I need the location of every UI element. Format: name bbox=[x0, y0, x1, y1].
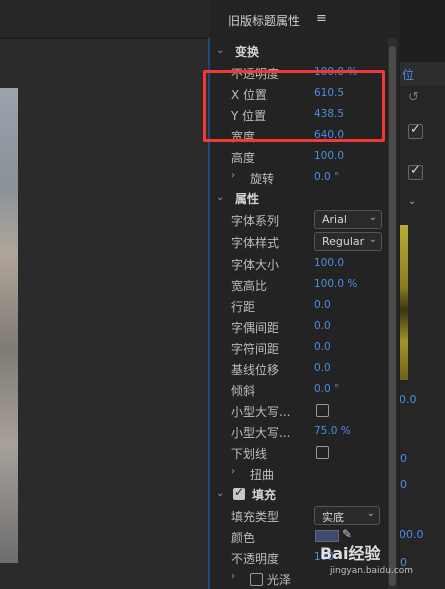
leading-label: 行距 bbox=[231, 300, 256, 314]
kerning-value[interactable]: 0.0 bbox=[314, 320, 331, 332]
font-style-label: 字体样式 bbox=[231, 236, 280, 250]
small-caps-size-value[interactable]: 75.0 % bbox=[314, 425, 351, 437]
section-fill-label: 填充 bbox=[252, 488, 277, 502]
property-row-height: 高度 100.0 bbox=[212, 146, 388, 167]
property-row-kerning: 字偶间距 0.0 bbox=[212, 316, 388, 337]
property-row-underline: 下划线 bbox=[212, 442, 388, 463]
color-gradient-bar bbox=[400, 225, 408, 380]
chevron-down-icon: ⌄ bbox=[216, 45, 225, 56]
tracking-value[interactable]: 0.0 bbox=[314, 341, 331, 353]
property-row-aspect: 宽高比 100.0 % bbox=[212, 274, 388, 295]
program-monitor bbox=[0, 0, 210, 589]
font-style-dropdown[interactable]: Regular ⌄ bbox=[314, 232, 382, 251]
section-transform-label: 变换 bbox=[235, 45, 260, 59]
scrollbar-thumb[interactable] bbox=[389, 46, 396, 586]
fill-type-value: 实底 bbox=[322, 511, 344, 524]
tracking-label: 字符间距 bbox=[231, 342, 280, 356]
section-properties-label: 属性 bbox=[235, 192, 260, 206]
fill-type-dropdown[interactable]: 实底 ⌄ bbox=[314, 506, 380, 525]
property-row-distort[interactable]: › 扭曲 bbox=[212, 463, 388, 484]
aspect-label: 宽高比 bbox=[231, 279, 268, 293]
font-family-label: 字体系列 bbox=[231, 214, 280, 228]
chevron-right-icon: › bbox=[231, 571, 235, 582]
watermark-url: jingyan.baidu.com bbox=[330, 566, 414, 576]
right-tab-label: 位 bbox=[402, 68, 415, 82]
monitor-header bbox=[0, 0, 210, 39]
property-row-rotation[interactable]: › 旋转 0.0 ° bbox=[212, 167, 388, 188]
video-frame bbox=[0, 88, 18, 563]
chevron-down-icon: ⌄ bbox=[366, 508, 375, 519]
small-caps-checkbox[interactable] bbox=[316, 404, 329, 417]
small-caps-size-label: 小型大写... bbox=[231, 426, 291, 440]
color-label: 颜色 bbox=[231, 531, 256, 545]
reset-icon[interactable]: ↺ bbox=[408, 90, 419, 105]
right-checkbox-2[interactable] bbox=[408, 163, 423, 180]
highlight-annotation bbox=[203, 70, 385, 142]
property-row-baseline-shift: 基线位移 0.0 bbox=[212, 358, 388, 379]
property-row-fill-type: 填充类型 实底 ⌄ bbox=[212, 505, 388, 526]
right-value-4[interactable]: 00.0 bbox=[399, 528, 424, 541]
rotation-value[interactable]: 0.0 ° bbox=[314, 171, 339, 183]
property-row-small-caps: 小型大写... bbox=[212, 400, 388, 421]
slant-value[interactable]: 0.0 ° bbox=[314, 383, 339, 395]
fill-type-label: 填充类型 bbox=[231, 510, 280, 524]
fill-opacity-label: 不透明度 bbox=[231, 552, 280, 566]
right-value-2[interactable]: 0 bbox=[400, 452, 407, 465]
distort-label: 扭曲 bbox=[250, 468, 275, 482]
property-row-leading: 行距 0.0 bbox=[212, 295, 388, 316]
panel-title: 旧版标题属性 bbox=[228, 14, 301, 28]
property-row-font-style: 字体样式 Regular ⌄ bbox=[212, 231, 388, 252]
chevron-right-icon: › bbox=[231, 170, 235, 181]
section-transform[interactable]: ⌄ 变换 bbox=[212, 41, 388, 62]
chevron-down-icon: ⌄ bbox=[216, 488, 225, 499]
section-properties[interactable]: ⌄ 属性 bbox=[212, 188, 388, 209]
baseline-shift-label: 基线位移 bbox=[231, 363, 280, 377]
eyedropper-icon[interactable]: ✎ bbox=[342, 527, 352, 541]
section-fill[interactable]: ⌄ 填充 bbox=[212, 484, 388, 505]
height-value[interactable]: 100.0 bbox=[314, 150, 344, 162]
property-row-tracking: 字符间距 0.0 bbox=[212, 337, 388, 358]
right-value-1[interactable]: 0.0 bbox=[399, 393, 417, 406]
property-row-small-caps-size: 小型大写... 75.0 % bbox=[212, 421, 388, 442]
font-size-label: 字体大小 bbox=[231, 258, 280, 272]
small-caps-label: 小型大写... bbox=[231, 405, 291, 419]
right-value-3[interactable]: 0 bbox=[400, 478, 407, 491]
fill-enable-checkbox[interactable] bbox=[233, 485, 245, 500]
font-family-dropdown[interactable]: Arial ⌄ bbox=[314, 210, 382, 229]
property-row-font-size: 字体大小 100.0 bbox=[212, 253, 388, 274]
leading-value[interactable]: 0.0 bbox=[314, 299, 331, 311]
chevron-down-icon: ⌄ bbox=[216, 192, 225, 203]
panel-menu-icon[interactable]: ≡ bbox=[316, 11, 327, 26]
kerning-label: 字偶间距 bbox=[231, 321, 280, 335]
chevron-right-icon: › bbox=[231, 466, 235, 477]
property-row-slant: 倾斜 0.0 ° bbox=[212, 379, 388, 400]
right-checkbox-1[interactable] bbox=[408, 122, 423, 139]
underline-label: 下划线 bbox=[231, 447, 268, 461]
sheen-label: 光泽 bbox=[267, 573, 292, 587]
right-tab[interactable]: 位 bbox=[400, 62, 445, 86]
underline-checkbox[interactable] bbox=[316, 446, 329, 459]
height-label: 高度 bbox=[231, 151, 256, 165]
font-family-value: Arial bbox=[322, 213, 347, 226]
rotation-label: 旋转 bbox=[250, 172, 275, 186]
font-size-value[interactable]: 100.0 bbox=[314, 257, 344, 269]
right-dropdown-arrow-icon[interactable]: ⌄ bbox=[408, 196, 416, 207]
font-style-value: Regular bbox=[322, 235, 365, 248]
slant-label: 倾斜 bbox=[231, 384, 256, 398]
chevron-down-icon: ⌄ bbox=[368, 234, 377, 245]
baseline-shift-value[interactable]: 0.0 bbox=[314, 362, 331, 374]
chevron-down-icon: ⌄ bbox=[368, 212, 377, 223]
watermark-logo: Bai经验 bbox=[320, 544, 381, 563]
effect-controls-header bbox=[400, 0, 445, 62]
aspect-value[interactable]: 100.0 % bbox=[314, 278, 357, 290]
sheen-checkbox[interactable] bbox=[250, 573, 263, 586]
property-row-font-family: 字体系列 Arial ⌄ bbox=[212, 209, 388, 230]
